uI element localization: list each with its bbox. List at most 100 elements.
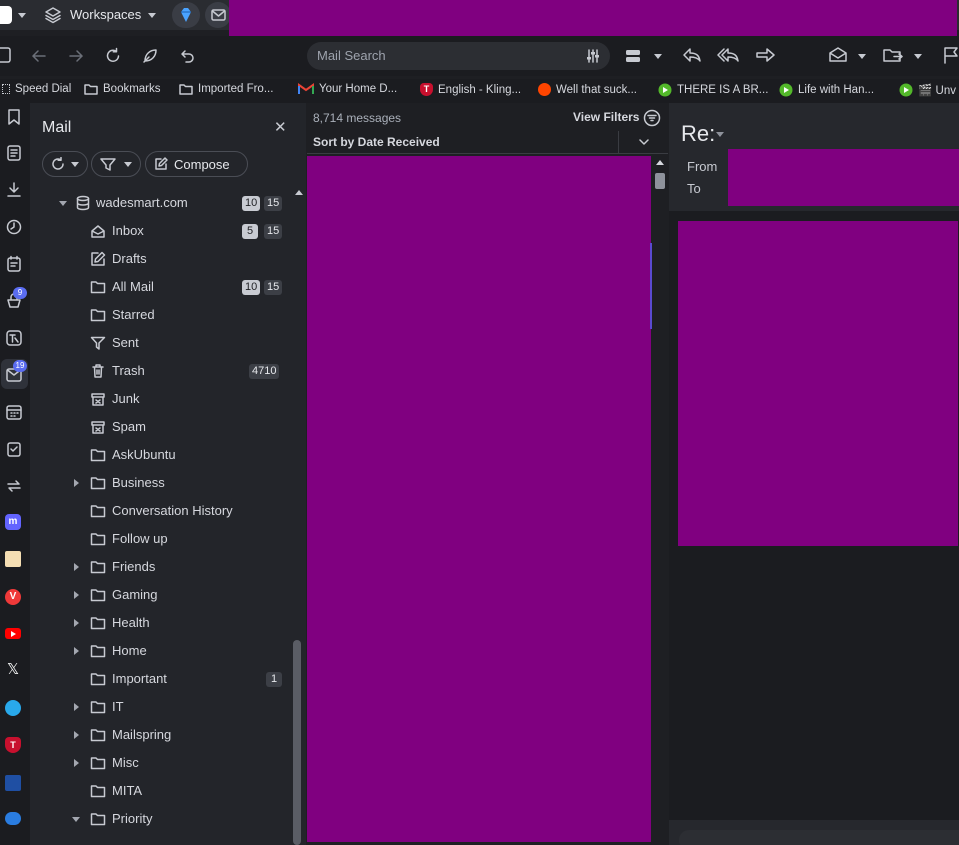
folder-starred[interactable]: Starred	[56, 302, 288, 328]
sync-icon[interactable]	[5, 477, 23, 495]
bookmark-video-3[interactable]: 🎬 Unv	[899, 83, 956, 97]
chevron-down-icon[interactable]	[716, 132, 724, 137]
folder-drafts[interactable]: Drafts	[56, 246, 288, 272]
list-scrollbar[interactable]	[652, 156, 668, 845]
sort-column-header[interactable]: Sort by Date Received	[313, 135, 440, 149]
bookmark-reddit[interactable]: Well that suck...	[538, 83, 637, 96]
mail-search-field[interactable]: Mail Search	[307, 42, 610, 70]
folder-important[interactable]: Important 1	[56, 666, 288, 692]
folder-friends[interactable]: Friends	[56, 554, 288, 580]
chevron-down-icon[interactable]	[858, 54, 866, 59]
view-filters-button[interactable]: View Filters	[573, 110, 639, 124]
folder-home[interactable]: Home	[56, 638, 288, 664]
panel-toggle-icon[interactable]	[0, 47, 12, 63]
chevron-down-icon[interactable]	[639, 138, 649, 146]
folder-mailspring[interactable]: Mailspring	[56, 722, 288, 748]
chat-bubble-icon[interactable]	[5, 812, 21, 825]
vivaldi-icon[interactable]: V	[5, 589, 21, 605]
chevron-down-icon[interactable]	[148, 13, 156, 18]
quill-icon[interactable]	[141, 47, 159, 65]
youtube-icon[interactable]	[5, 628, 21, 639]
filter-circle-icon[interactable]	[643, 109, 661, 127]
bookmark-kling[interactable]: T English - Kling...	[420, 83, 521, 96]
chevron-right-icon[interactable]	[74, 703, 79, 711]
folder-mita[interactable]: MITA	[56, 778, 288, 804]
chevron-down-icon[interactable]	[18, 13, 26, 18]
pane-resize-handle[interactable]	[650, 243, 652, 329]
history-icon[interactable]	[5, 218, 23, 236]
back-icon[interactable]	[30, 47, 48, 65]
close-icon[interactable]: ✕	[274, 118, 287, 136]
folder-misc[interactable]: Misc	[56, 750, 288, 776]
undo-icon[interactable]	[178, 47, 196, 65]
folder-junk[interactable]: Junk	[56, 386, 288, 412]
chevron-right-icon[interactable]	[74, 619, 79, 627]
bookmark-gmail[interactable]: Your Home D...	[298, 83, 397, 95]
pinned-tab[interactable]	[172, 2, 200, 28]
chevron-right-icon[interactable]	[74, 591, 79, 599]
chevron-right-icon[interactable]	[74, 759, 79, 767]
reload-icon[interactable]	[104, 47, 122, 65]
weather-channel-icon[interactable]	[5, 775, 21, 791]
calendar-icon[interactable]	[5, 403, 23, 421]
folder-business[interactable]: Business	[56, 470, 288, 496]
folder-conversation-history[interactable]: Conversation History	[56, 498, 288, 524]
chevron-right-icon[interactable]	[74, 563, 79, 571]
layout-icon[interactable]	[624, 48, 642, 64]
folder-gaming[interactable]: Gaming	[56, 582, 288, 608]
scroll-up-icon[interactable]	[656, 160, 664, 165]
bookmark-imported[interactable]: Imported Fro...	[179, 83, 273, 95]
bookmark-video-1[interactable]: THERE IS A BR...	[658, 83, 768, 97]
mark-read-icon[interactable]	[828, 46, 848, 64]
telegram-icon[interactable]	[5, 700, 21, 716]
bookmarks-panel-icon[interactable]	[5, 108, 23, 126]
folder-it[interactable]: IT	[56, 694, 288, 720]
x-icon[interactable]: 𝕏	[5, 662, 21, 678]
folder-inbox[interactable]: Inbox 5 15	[56, 218, 288, 244]
chevron-right-icon[interactable]	[74, 479, 79, 487]
folder-all-mail[interactable]: All Mail 10 15	[56, 274, 288, 300]
chevron-down-icon[interactable]	[72, 817, 80, 822]
search-options-icon[interactable]	[585, 48, 601, 64]
folder-scrollbar[interactable]	[293, 640, 301, 845]
downloads-icon[interactable]	[5, 181, 23, 199]
quick-reply-field[interactable]	[679, 830, 959, 845]
chevron-down-icon[interactable]	[914, 54, 922, 59]
forward-icon[interactable]	[67, 47, 85, 65]
bookmark-bookmarks[interactable]: Bookmarks	[84, 83, 161, 95]
search-input[interactable]: Mail Search	[317, 48, 386, 63]
reading-list-icon[interactable]	[5, 144, 23, 162]
flag-icon[interactable]	[942, 46, 959, 64]
forward-mail-icon[interactable]	[754, 46, 776, 64]
folder-trash[interactable]: Trash 4710	[56, 358, 288, 384]
shield-icon[interactable]: T	[5, 737, 21, 753]
filter-button[interactable]	[91, 151, 141, 177]
move-to-folder-icon[interactable]	[882, 46, 904, 64]
chevron-down-icon[interactable]	[654, 54, 662, 59]
bookmark-video-2[interactable]: Life with Han...	[779, 83, 874, 97]
chevron-right-icon[interactable]	[74, 731, 79, 739]
folder-priority[interactable]: Priority	[56, 806, 288, 832]
folder-askubuntu[interactable]: AskUbuntu	[56, 442, 288, 468]
list-scroll-thumb[interactable]	[655, 173, 665, 189]
scroll-up-icon[interactable]	[295, 190, 303, 195]
mastodon-icon[interactable]: m	[5, 514, 21, 530]
vivaldi-menu-button[interactable]	[0, 6, 12, 24]
folder-follow-up[interactable]: Follow up	[56, 526, 288, 552]
web-panel-icon[interactable]	[5, 551, 21, 567]
folder-health[interactable]: Health	[56, 610, 288, 636]
chevron-right-icon[interactable]	[74, 647, 79, 655]
tasks-icon[interactable]	[5, 440, 23, 458]
workspaces-button[interactable]: Workspaces	[70, 7, 141, 22]
bookmark-speed-dial[interactable]: Speed Dial	[2, 83, 71, 95]
chevron-down-icon[interactable]	[59, 201, 67, 206]
folder-spam[interactable]: Spam	[56, 414, 288, 440]
compose-button[interactable]: Compose	[145, 151, 248, 177]
mail-tab[interactable]	[205, 2, 231, 28]
folder-sent[interactable]: Sent	[56, 330, 288, 356]
refresh-button[interactable]	[42, 151, 88, 177]
notes-icon[interactable]	[5, 255, 23, 273]
reply-icon[interactable]	[682, 46, 702, 64]
reply-all-icon[interactable]	[717, 46, 739, 64]
translate-icon[interactable]	[5, 329, 23, 347]
